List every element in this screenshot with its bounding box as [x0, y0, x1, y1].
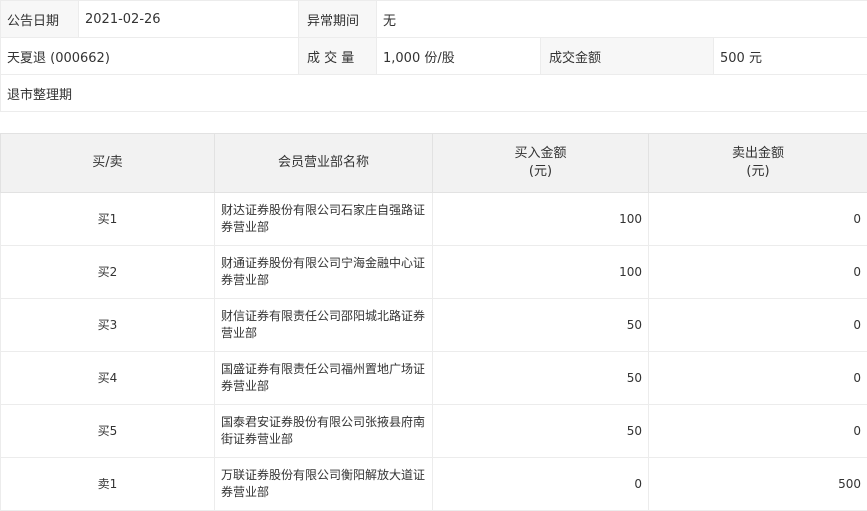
volume-label: 成 交 量: [299, 38, 377, 75]
row-side: 买2: [1, 246, 215, 299]
row-member-name: 财达证券股份有限公司石家庄自强路证券营业部: [215, 193, 433, 246]
amount-value: 500 元: [714, 38, 867, 75]
row-buy-amount: 50: [433, 352, 649, 405]
announce-date-label: 公告日期: [1, 1, 79, 38]
row-member-name: 国盛证券有限责任公司福州置地广场证券营业部: [215, 352, 433, 405]
row-sell-amount: 500: [649, 458, 867, 511]
table-row: 卖1 万联证券股份有限公司衡阳解放大道证券营业部 0 500: [1, 458, 867, 511]
header-buy-line2: (元): [529, 164, 552, 179]
info-row-volume: 天夏退 (000662) 成 交 量 1,000 份/股 成交金额 500 元: [1, 38, 867, 75]
table-header-row: 买/卖 会员营业部名称 买入金额 (元) 卖出金额 (元): [1, 134, 867, 193]
row-sell-amount: 0: [649, 246, 867, 299]
table-row: 买1 财达证券股份有限公司石家庄自强路证券营业部 100 0: [1, 193, 867, 246]
stock-info-table: 公告日期 2021-02-26 异常期间 无 天夏退 (000662) 成 交 …: [0, 0, 867, 112]
abnormal-period-label: 异常期间: [299, 1, 377, 38]
row-side: 卖1: [1, 458, 215, 511]
announce-date-value: 2021-02-26: [79, 1, 299, 38]
header-buy-line1: 买入金额: [514, 146, 566, 161]
header-sell-line2: (元): [746, 164, 769, 179]
stock-name: 天夏退 (000662): [1, 38, 299, 75]
table-row: 买4 国盛证券有限责任公司福州置地广场证券营业部 50 0: [1, 352, 867, 405]
row-side: 买1: [1, 193, 215, 246]
row-sell-amount: 0: [649, 299, 867, 352]
row-sell-amount: 0: [649, 193, 867, 246]
row-sell-amount: 0: [649, 405, 867, 458]
abnormal-period-value: 无: [377, 1, 867, 38]
row-member-name: 国泰君安证券股份有限公司张掖县府南街证券营业部: [215, 405, 433, 458]
row-member-name: 财信证券有限责任公司邵阳城北路证券营业部: [215, 299, 433, 352]
header-sell-line1: 卖出金额: [732, 146, 784, 161]
header-buy-amount: 买入金额 (元): [433, 134, 649, 193]
header-member: 会员营业部名称: [215, 134, 433, 193]
table-row: 买3 财信证券有限责任公司邵阳城北路证券营业部 50 0: [1, 299, 867, 352]
row-side: 买3: [1, 299, 215, 352]
row-buy-amount: 100: [433, 246, 649, 299]
row-buy-amount: 50: [433, 405, 649, 458]
row-buy-amount: 100: [433, 193, 649, 246]
section-gap: [0, 112, 867, 133]
header-side: 买/卖: [1, 134, 215, 193]
header-sell-amount: 卖出金额 (元): [649, 134, 867, 193]
trading-detail-table: 买/卖 会员营业部名称 买入金额 (元) 卖出金额 (元) 买1 财达证券股份有限公…: [0, 133, 867, 511]
row-buy-amount: 0: [433, 458, 649, 511]
table-row: 买5 国泰君安证券股份有限公司张掖县府南街证券营业部 50 0: [1, 405, 867, 458]
row-side: 买4: [1, 352, 215, 405]
table-row: 买2 财通证券股份有限公司宁海金融中心证券营业部 100 0: [1, 246, 867, 299]
row-sell-amount: 0: [649, 352, 867, 405]
reason-text: 退市整理期: [1, 75, 867, 112]
row-side: 买5: [1, 405, 215, 458]
info-row-date: 公告日期 2021-02-26 异常期间 无: [1, 1, 867, 38]
row-buy-amount: 50: [433, 299, 649, 352]
volume-value: 1,000 份/股: [377, 38, 541, 75]
info-row-reason: 退市整理期: [1, 75, 867, 112]
row-member-name: 财通证券股份有限公司宁海金融中心证券营业部: [215, 246, 433, 299]
row-member-name: 万联证券股份有限公司衡阳解放大道证券营业部: [215, 458, 433, 511]
amount-label: 成交金额: [541, 38, 714, 75]
